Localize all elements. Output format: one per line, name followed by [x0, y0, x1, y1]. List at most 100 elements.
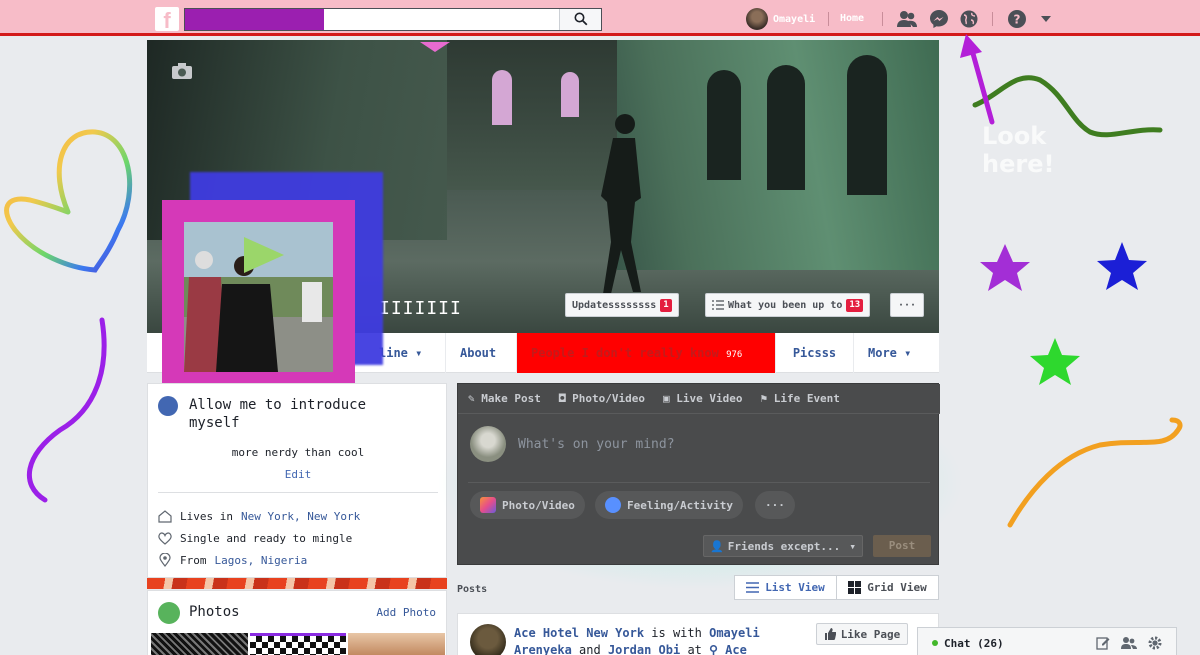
photos-title: Photos — [189, 604, 240, 620]
photo-video-button[interactable]: Photo/Video — [470, 491, 585, 519]
tab-live-video-label: Live Video — [676, 392, 743, 405]
updates-label: Updatessssssss — [572, 299, 657, 311]
search-icon — [574, 12, 587, 26]
tab-photos[interactable]: Picsss — [775, 333, 853, 373]
intro-card: Allow me to introduce myself more nerdy … — [147, 383, 447, 578]
intro-title: Allow me to introduce myself — [189, 397, 367, 431]
friends-icon[interactable] — [1121, 636, 1137, 650]
list-icon — [712, 300, 724, 310]
intro-bio: more nerdy than cool — [231, 446, 365, 459]
svg-text:?: ? — [1014, 13, 1021, 27]
star-decoration — [1097, 242, 1147, 290]
featured-photos-strip[interactable] — [147, 578, 447, 589]
search-input[interactable] — [184, 8, 602, 31]
tagged-friend-link[interactable]: Jordan Obi — [608, 643, 680, 655]
tab-more-label: More — [868, 346, 897, 360]
updates-count-badge: 1 — [660, 298, 672, 312]
composer-tabs: ✎ Make Post ◘ Photo/Video ▣ Live Video ⚑… — [458, 384, 940, 414]
search-input-text — [185, 9, 324, 30]
post-button[interactable]: Post — [873, 535, 931, 557]
orange-squiggle — [1007, 417, 1183, 528]
post-composer: ✎ Make Post ◘ Photo/Video ▣ Live Video ⚑… — [457, 383, 940, 565]
tab-live-video[interactable]: ▣ Live Video — [663, 392, 742, 405]
add-photo-link[interactable]: Add Photo — [376, 606, 436, 619]
location-icon — [159, 553, 171, 567]
arrow-head — [960, 34, 982, 58]
globe-icon — [158, 396, 178, 416]
tab-photo-video[interactable]: ◘ Photo/Video — [559, 392, 645, 405]
profile-name: Omayeli — [773, 13, 816, 25]
help-icon[interactable]: ? — [1006, 8, 1028, 30]
cover-image-window — [767, 65, 805, 190]
tab-make-post-label: Make Post — [481, 392, 541, 405]
activity-log-button[interactable]: What you been up to 13 — [705, 293, 871, 317]
tab-life-event[interactable]: ⚑ Life Event — [760, 392, 839, 405]
hometown-link[interactable]: Lagos, Nigeria — [215, 554, 308, 567]
heart-icon — [158, 531, 172, 545]
activity-count-badge: 13 — [846, 298, 864, 312]
friends-icon[interactable] — [896, 8, 918, 30]
lives-in-prefix: Lives in — [180, 509, 233, 523]
photo-thumbnail[interactable] — [249, 633, 347, 655]
tab-make-post[interactable]: ✎ Make Post — [468, 392, 541, 405]
more-options-button[interactable]: ··· — [755, 491, 795, 519]
updates-button[interactable]: Updatessssssss 1 — [565, 293, 679, 317]
audience-selector[interactable]: 👤 Friends except... ▾ — [703, 535, 863, 557]
grid-view-label: Grid View — [867, 581, 927, 594]
profile-link[interactable]: Omayeli — [746, 8, 816, 30]
chat-bar[interactable]: Chat (26) — [917, 627, 1177, 655]
cover-image-window — [847, 55, 887, 195]
home-link[interactable]: Home — [840, 13, 864, 24]
divider — [828, 12, 829, 26]
like-icon — [824, 628, 836, 640]
avatar — [746, 8, 768, 30]
gear-icon[interactable] — [1147, 635, 1163, 651]
photo-thumbnails — [151, 633, 446, 655]
lives-in-link[interactable]: New York, New York — [241, 510, 360, 523]
edit-bio-link[interactable]: Edit — [148, 468, 448, 481]
grid-view-button[interactable]: Grid View — [837, 576, 938, 599]
tab-friends-label: People I don't really know — [531, 346, 719, 360]
home-icon — [158, 509, 172, 523]
post-location-link[interactable]: Ace — [725, 643, 747, 655]
globe-icon[interactable] — [958, 8, 980, 30]
post-author-link[interactable]: Ace Hotel New York — [514, 626, 644, 640]
avatar[interactable] — [470, 624, 506, 655]
photo-thumbnail[interactable] — [348, 633, 446, 655]
tab-photos-label: Picsss — [792, 346, 837, 360]
chat-label: Chat (26) — [944, 637, 1004, 650]
facebook-logo[interactable]: f — [155, 7, 179, 31]
caret-down-icon[interactable] — [1040, 15, 1052, 23]
from-row: From Lagos, Nigeria — [158, 551, 307, 569]
list-icon — [746, 582, 760, 593]
photo-thumbnail[interactable] — [151, 633, 248, 655]
profile-picture[interactable] — [184, 222, 333, 372]
lives-in-row: Lives in New York, New York — [158, 507, 360, 525]
like-page-button[interactable]: Like Page — [816, 623, 908, 645]
tab-friends[interactable]: People I don't really know 976 — [516, 333, 775, 373]
photo-video-label: Photo/Video — [502, 498, 575, 512]
messenger-icon[interactable] — [928, 8, 950, 30]
more-dots: ··· — [765, 498, 785, 512]
tab-about[interactable]: About — [445, 333, 510, 373]
status-input[interactable]: What's on your mind? — [518, 437, 675, 452]
activity-log-label: What you been up to — [728, 299, 843, 311]
divider — [992, 12, 993, 26]
list-view-button[interactable]: List View — [735, 576, 837, 599]
emoji-icon — [605, 497, 621, 513]
view-toggle: List View Grid View — [734, 575, 939, 600]
video-icon: ▣ — [662, 392, 670, 405]
camera-icon[interactable] — [171, 62, 193, 80]
chat-compose-icon[interactable] — [1096, 636, 1110, 650]
post-at-text: at — [687, 643, 702, 655]
camera-icon: ◘ — [558, 392, 566, 405]
feeling-activity-button[interactable]: Feeling/Activity — [595, 491, 743, 519]
tab-more[interactable]: More ▾ — [853, 333, 933, 373]
more-options-button[interactable]: ··· — [890, 293, 924, 317]
search-button[interactable] — [559, 9, 601, 30]
flag-icon: ⚑ — [760, 392, 768, 405]
posts-heading: Posts — [457, 584, 488, 595]
like-page-label: Like Page — [840, 627, 901, 641]
tab-life-event-label: Life Event — [773, 392, 840, 405]
photos-card: Photos Add Photo — [147, 590, 447, 655]
